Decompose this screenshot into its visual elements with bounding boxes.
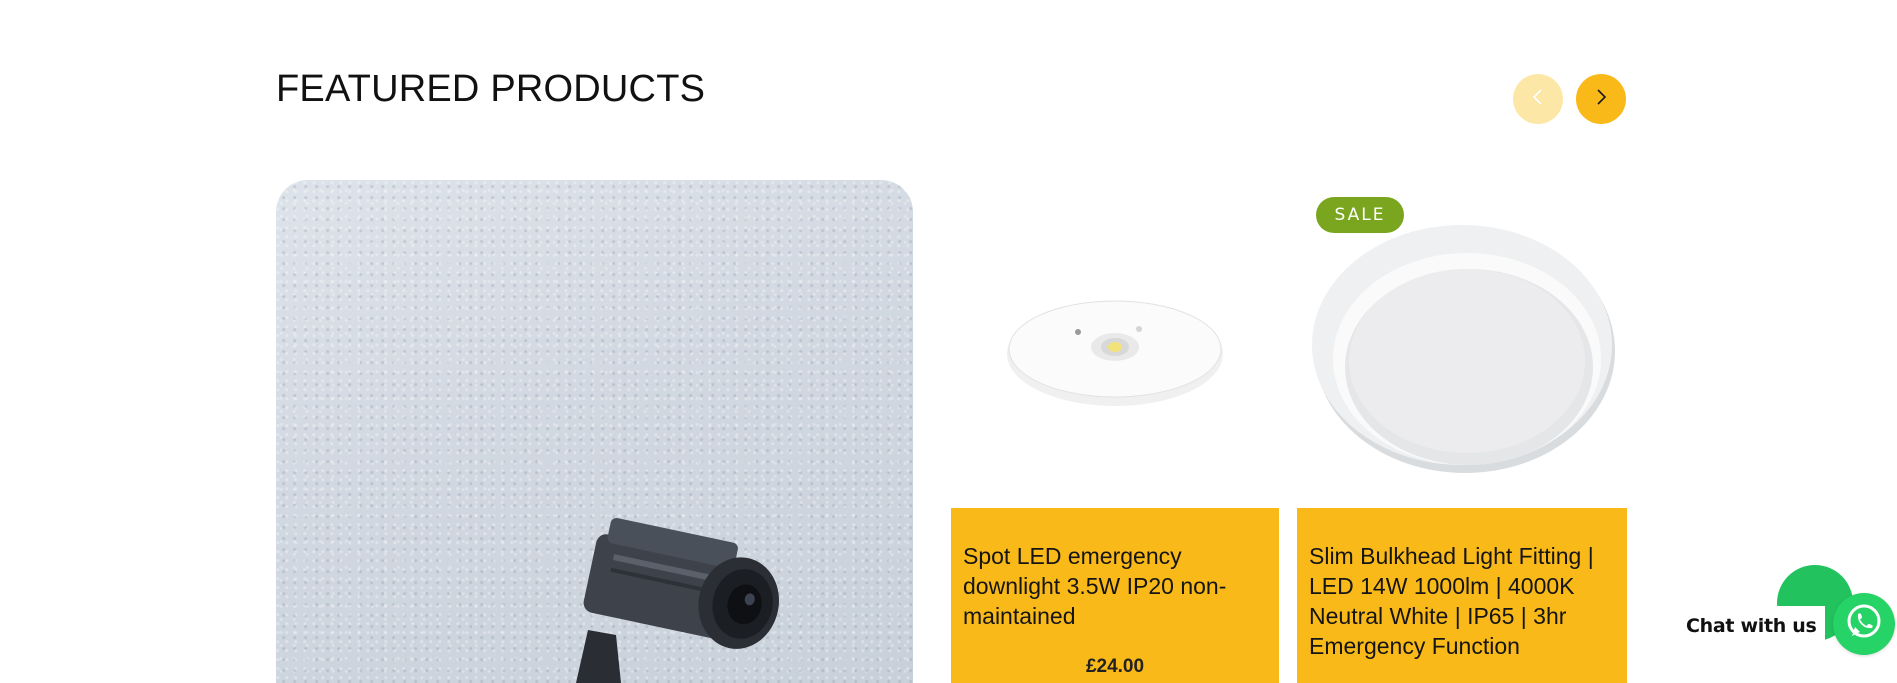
featured-camera-image[interactable] — [276, 180, 913, 683]
carousel-next-button[interactable] — [1576, 74, 1626, 124]
product-info: Slim Bulkhead Light Fitting | LED 14W 10… — [1297, 508, 1627, 683]
chevron-left-icon — [1529, 88, 1547, 111]
product-image[interactable] — [951, 180, 1279, 508]
cctv-camera-illustration — [576, 517, 780, 683]
product-card[interactable]: Spot LED emergency downlight 3.5W IP20 n… — [951, 180, 1279, 683]
chevron-right-icon — [1592, 88, 1610, 111]
product-price: £24.00 — [1085, 656, 1145, 677]
sale-badge: SALE — [1316, 197, 1404, 233]
downlight-illustration — [1007, 300, 1223, 406]
product-name[interactable]: Slim Bulkhead Light Fitting | LED 14W 10… — [1309, 541, 1615, 661]
whatsapp-icon — [1844, 602, 1884, 647]
product-info: Spot LED emergency downlight 3.5W IP20 n… — [951, 508, 1279, 683]
chat-label[interactable]: Chat with us — [1683, 606, 1825, 646]
whatsapp-button[interactable] — [1833, 593, 1895, 655]
bulkhead-light-illustration — [1312, 225, 1615, 473]
carousel-prev-button[interactable] — [1513, 74, 1563, 124]
section-title: FEATURED PRODUCTS — [276, 68, 706, 110]
product-name[interactable]: Spot LED emergency downlight 3.5W IP20 n… — [963, 541, 1267, 631]
chat-widget[interactable]: Chat with us — [1680, 565, 1897, 655]
product-card[interactable]: SALE Slim Bulkhead Light Fitting | LED 1… — [1297, 180, 1627, 683]
